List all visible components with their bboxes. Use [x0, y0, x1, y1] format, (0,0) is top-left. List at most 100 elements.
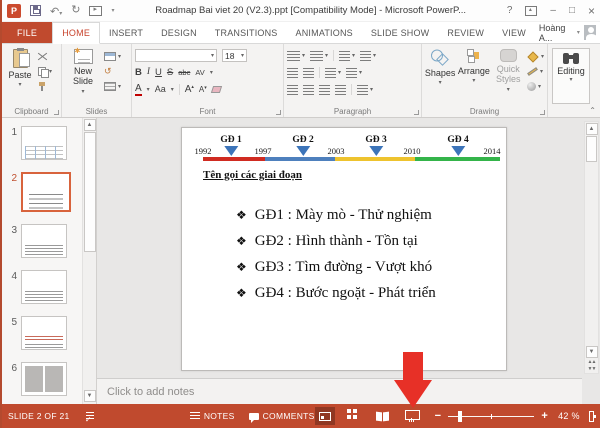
slide-heading[interactable]: Tên gọi các giai đoạn	[203, 169, 302, 181]
thumbnail-scrollbar[interactable]: ▲ ▼	[82, 118, 96, 404]
tab-file[interactable]: FILE	[2, 22, 53, 43]
justify-icon[interactable]	[335, 84, 346, 95]
notes-pane[interactable]: Click to add notes	[97, 378, 582, 404]
slide-canvas[interactable]: 1992 1997 2003 2010 2014 GĐ 1 GĐ 2 GĐ 3 …	[181, 127, 507, 371]
clear-all-formatting-icon[interactable]	[210, 86, 222, 93]
shape-fill-button[interactable]: ▾	[527, 50, 544, 63]
convert-smartart-button[interactable]: ▾	[357, 84, 373, 95]
cut-button[interactable]	[38, 51, 52, 62]
thumbnail-preview[interactable]	[21, 362, 67, 396]
section-button[interactable]: ▾	[104, 81, 121, 92]
copy-button[interactable]: ▾	[38, 66, 52, 78]
zoom-slider[interactable]	[448, 410, 535, 422]
previous-slide-icon[interactable]: ▲▲	[588, 360, 597, 365]
tab-animations[interactable]: ANIMATIONS	[287, 22, 362, 43]
fit-to-window-icon[interactable]	[588, 410, 597, 422]
thumbnail-preview[interactable]	[21, 126, 67, 160]
tab-insert[interactable]: INSERT	[100, 22, 152, 43]
notes-toggle[interactable]: NOTES	[189, 411, 235, 421]
underline-button[interactable]: U	[155, 68, 162, 78]
decrease-indent-button[interactable]	[287, 67, 298, 78]
layout-button[interactable]: ▾	[104, 51, 121, 62]
line-spacing-button[interactable]: ▾	[339, 50, 355, 61]
editor-scroll-up-icon[interactable]: ▲	[585, 123, 598, 135]
minimize-button[interactable]: –	[550, 5, 556, 16]
zoom-level[interactable]: 42 %	[558, 411, 580, 421]
bullet-item[interactable]: ❖ GĐ2 : Hình thành - Tồn tại	[236, 228, 498, 254]
italic-button[interactable]: I	[147, 67, 150, 78]
arrange-button[interactable]: Arrange ▾	[458, 48, 490, 104]
increase-indent-button[interactable]	[303, 67, 314, 78]
shape-outline-button[interactable]: ▾	[527, 66, 544, 77]
bullet-list[interactable]: ❖ GĐ1 : Mày mò - Thử nghiệm ❖ GĐ2 : Hình…	[236, 202, 498, 306]
maximize-button[interactable]: □	[569, 5, 575, 16]
format-painter-button[interactable]	[38, 81, 52, 92]
redo-icon[interactable]: ↻	[71, 5, 80, 16]
thumbnail-preview[interactable]	[21, 224, 67, 258]
tab-slide-show[interactable]: SLIDE SHOW	[362, 22, 439, 43]
font-color-caret-icon[interactable]: ▾	[147, 87, 150, 93]
thumbnail-scroll-down-icon[interactable]: ▼	[83, 390, 96, 402]
zoom-out-button[interactable]: −	[435, 410, 442, 422]
start-slideshow-icon[interactable]	[89, 5, 103, 16]
numbering-button[interactable]: ▾	[310, 50, 328, 61]
quick-styles-button[interactable]: Quick Styles ▾	[493, 48, 524, 104]
shapes-caret-icon[interactable]: ▾	[439, 80, 442, 86]
help-button[interactable]: ?	[507, 5, 513, 16]
tab-transitions[interactable]: TRANSITIONS	[206, 22, 287, 43]
comments-toggle[interactable]: COMMENTS	[248, 411, 315, 423]
ribbon-display-options-icon[interactable]	[525, 5, 538, 16]
zoom-in-button[interactable]: +	[541, 410, 548, 422]
editor-scroll-thumb[interactable]	[586, 136, 597, 162]
align-right-icon[interactable]	[319, 84, 330, 95]
clear-formatting-small-button[interactable]: abc	[178, 69, 190, 77]
undo-button[interactable]: ↶▾	[50, 2, 62, 20]
normal-view-button[interactable]	[314, 407, 335, 425]
bullet-item[interactable]: ❖ GĐ1 : Mày mò - Thử nghiệm	[236, 202, 498, 228]
strikethrough-button[interactable]: S	[167, 68, 173, 78]
new-slide-caret-icon[interactable]: ▾	[81, 89, 84, 95]
bullet-item[interactable]: ❖ GĐ4 : Bước ngoặt - Phát triển	[236, 280, 498, 306]
bold-button[interactable]: B	[135, 68, 142, 78]
change-case-button[interactable]: Aa	[155, 85, 166, 94]
text-direction-button[interactable]: ▾	[360, 50, 376, 61]
thumbnail-preview[interactable]	[21, 270, 67, 304]
paragraph-dialog-launcher-icon[interactable]	[414, 110, 419, 115]
undo-caret-icon[interactable]: ▾	[59, 11, 62, 17]
change-case-caret-icon[interactable]: ▾	[171, 87, 174, 93]
thumbnail-preview[interactable]	[21, 316, 67, 350]
bullets-button[interactable]: ▾	[287, 50, 305, 61]
reset-button[interactable]: ↺	[104, 66, 121, 77]
shape-effects-button[interactable]: ▾	[526, 81, 544, 92]
collapse-ribbon-icon[interactable]: ⌃	[589, 106, 596, 115]
decrease-font-size-button[interactable]: A▾	[199, 85, 207, 94]
thumbnail-scroll-thumb[interactable]	[83, 132, 96, 252]
columns-button[interactable]: ▾	[325, 67, 341, 78]
account-menu[interactable]: Hoàng A... ▾	[535, 22, 600, 43]
tab-view[interactable]: VIEW	[493, 22, 535, 43]
editor-scrollbar[interactable]: ▲ ▼ ▲▲ ▼▼	[584, 121, 599, 374]
increase-font-size-button[interactable]: A▴	[185, 84, 194, 95]
bullet-item[interactable]: ❖ GĐ3 : Tìm đường - Vượt khó	[236, 254, 498, 280]
tab-home[interactable]: HOME	[52, 22, 101, 44]
thumbnail-preview[interactable]	[21, 172, 71, 212]
font-name-combo[interactable]: ▾	[135, 49, 217, 62]
new-slide-button[interactable]: New Slide ▾	[65, 48, 101, 104]
next-slide-icon[interactable]: ▼▼	[588, 367, 597, 372]
tab-design[interactable]: DESIGN	[152, 22, 206, 43]
slide-show-view-button[interactable]	[402, 407, 422, 425]
zoom-slider-thumb[interactable]	[458, 410, 463, 422]
paste-caret-icon[interactable]: ▾	[18, 82, 21, 88]
align-left-icon[interactable]	[287, 84, 298, 95]
arrange-caret-icon[interactable]: ▾	[472, 78, 475, 84]
close-button[interactable]: ×	[588, 4, 595, 18]
timeline[interactable]: 1992 1997 2003 2010 2014 GĐ 1 GĐ 2 GĐ 3 …	[182, 128, 506, 170]
character-spacing-button[interactable]: AV	[195, 69, 204, 77]
character-spacing-caret-icon[interactable]: ▾	[210, 70, 213, 76]
spell-check-icon[interactable]	[85, 411, 95, 424]
save-icon[interactable]	[30, 5, 41, 16]
align-text-button[interactable]: ▾	[346, 67, 362, 78]
font-color-button[interactable]: A	[135, 83, 142, 96]
font-size-combo[interactable]: 18 ▾	[222, 49, 247, 62]
editing-button[interactable]: Editing ▾	[552, 48, 590, 104]
